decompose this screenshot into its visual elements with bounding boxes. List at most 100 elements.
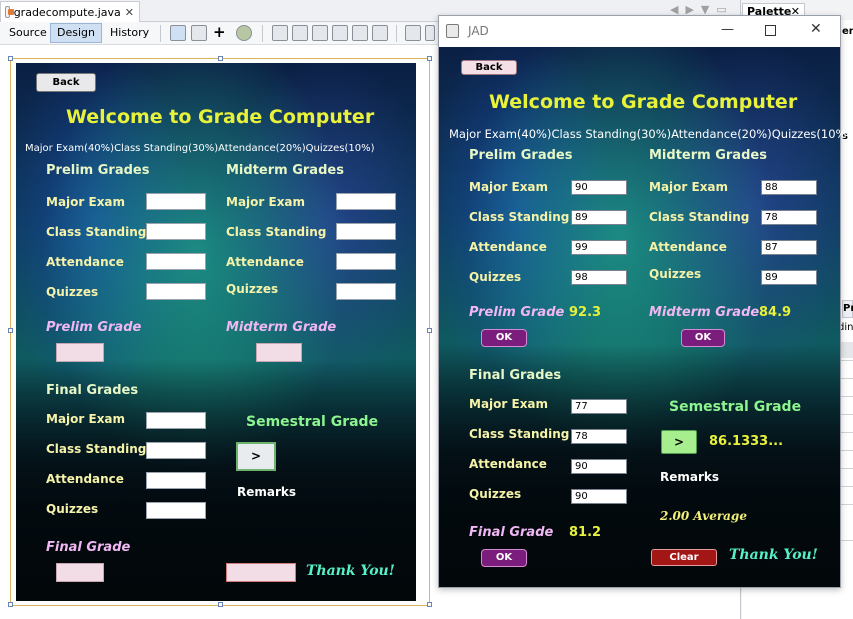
file-tab[interactable]: gradecompute.java ✕ bbox=[0, 1, 140, 22]
jad-final-quizzes-label: Quizzes bbox=[469, 487, 522, 501]
change-vertical-resizability-icon[interactable] bbox=[425, 25, 435, 41]
designer-midterm-attendance-field[interactable] bbox=[336, 253, 396, 270]
designer-final-major-field[interactable] bbox=[146, 412, 206, 429]
designer-compute-button[interactable]: > bbox=[236, 442, 276, 471]
designer-title: Welcome to Grade Computer bbox=[66, 106, 375, 128]
minimize-icon[interactable]: — bbox=[721, 22, 734, 37]
jad-midterm-attendance-label: Attendance bbox=[649, 240, 727, 254]
align-top-icon[interactable] bbox=[332, 25, 348, 41]
designer-midterm-ok-button[interactable] bbox=[256, 343, 302, 362]
jad-prelim-ok-button[interactable]: OK bbox=[481, 329, 527, 347]
designer-midterm-grade-label: Midterm Grade bbox=[226, 320, 337, 335]
jad-final-grade-value: 81.2 bbox=[569, 525, 602, 540]
designer-remarks-label: Remarks bbox=[237, 485, 297, 499]
jad-final-class-label: Class Standing bbox=[469, 427, 570, 441]
jad-prelim-attendance-field[interactable]: 99 bbox=[571, 240, 627, 255]
designer-midterm-quizzes-label: Quizzes bbox=[226, 282, 279, 296]
designer-midterm-class-field[interactable] bbox=[336, 223, 396, 240]
resize-handle[interactable] bbox=[8, 602, 13, 607]
maximize-icon[interactable] bbox=[765, 25, 776, 36]
designer-back-button[interactable]: Back bbox=[36, 73, 96, 92]
jad-final-quizzes-field[interactable]: 90 bbox=[571, 489, 627, 504]
jad-prelim-quizzes-field[interactable]: 98 bbox=[571, 270, 627, 285]
jad-back-button[interactable]: Back bbox=[461, 60, 517, 75]
connection-mode-icon[interactable] bbox=[191, 25, 207, 41]
jad-final-major-field[interactable]: 77 bbox=[571, 399, 627, 414]
designer-final-major-label: Major Exam bbox=[46, 412, 126, 426]
jad-window-title: JAD bbox=[468, 24, 489, 38]
designer-midterm-class-label: Class Standing bbox=[226, 225, 327, 239]
toolbar-separator bbox=[262, 25, 263, 42]
resize-handle[interactable] bbox=[427, 56, 432, 61]
jad-title-bar[interactable]: JAD — ✕ bbox=[439, 16, 840, 47]
designer-final-quizzes-field[interactable] bbox=[146, 502, 206, 519]
designer-prelim-attendance-field[interactable] bbox=[146, 253, 206, 270]
center-horizontal-icon[interactable] bbox=[312, 25, 328, 41]
jad-final-grade-label: Final Grade bbox=[469, 525, 554, 540]
jad-midterm-major-field[interactable]: 88 bbox=[761, 180, 817, 195]
designer-final-attendance-label: Attendance bbox=[46, 472, 124, 486]
jad-compute-button[interactable]: > bbox=[661, 430, 697, 454]
history-button[interactable]: History bbox=[103, 23, 156, 43]
designer-prelim-quizzes-label: Quizzes bbox=[46, 285, 99, 299]
resize-handle[interactable] bbox=[427, 328, 432, 333]
jad-prelim-major-label: Major Exam bbox=[469, 180, 549, 194]
designer-midterm-attendance-label: Attendance bbox=[226, 255, 304, 269]
designer-final-class-field[interactable] bbox=[146, 442, 206, 459]
add-icon[interactable]: + bbox=[213, 23, 226, 41]
designer-final-attendance-field[interactable] bbox=[146, 472, 206, 489]
align-left-icon[interactable] bbox=[272, 25, 288, 41]
jad-prelim-heading: Prelim Grades bbox=[469, 148, 573, 163]
resize-handle[interactable] bbox=[218, 56, 223, 61]
jad-final-heading: Final Grades bbox=[469, 368, 562, 383]
partial-properties-tab[interactable]: Pr bbox=[842, 300, 853, 318]
jad-final-ok-button[interactable]: OK bbox=[481, 549, 527, 567]
resize-handle[interactable] bbox=[427, 602, 432, 607]
designer-final-ok-button[interactable] bbox=[56, 563, 104, 582]
preview-icon[interactable] bbox=[236, 25, 252, 41]
designer-prelim-attendance-label: Attendance bbox=[46, 255, 124, 269]
align-bottom-icon[interactable] bbox=[352, 25, 368, 41]
jad-prelim-quizzes-label: Quizzes bbox=[469, 270, 522, 284]
resize-handle[interactable] bbox=[218, 602, 223, 607]
designer-final-class-label: Class Standing bbox=[46, 442, 147, 456]
designer-prelim-major-field[interactable] bbox=[146, 193, 206, 210]
center-vertical-icon[interactable] bbox=[372, 25, 388, 41]
resize-handle[interactable] bbox=[8, 328, 13, 333]
designer-prelim-grade-label: Prelim Grade bbox=[46, 320, 142, 335]
jad-midterm-ok-button[interactable]: OK bbox=[681, 329, 725, 347]
selection-mode-icon[interactable] bbox=[170, 25, 186, 41]
jad-semestral-label: Semestral Grade bbox=[669, 399, 802, 415]
jad-title: Welcome to Grade Computer bbox=[489, 91, 798, 113]
designer-midterm-major-field[interactable] bbox=[336, 193, 396, 210]
jad-midterm-attendance-field[interactable]: 87 bbox=[761, 240, 817, 255]
designer-prelim-class-label: Class Standing bbox=[46, 225, 147, 239]
designer-final-quizzes-label: Quizzes bbox=[46, 502, 99, 516]
change-horizontal-resizability-icon[interactable] bbox=[405, 25, 421, 41]
jad-clear-button[interactable]: Clear bbox=[651, 549, 717, 566]
jad-semestral-value: 86.1333... bbox=[709, 434, 784, 449]
designer-prelim-quizzes-field[interactable] bbox=[146, 283, 206, 300]
jad-prelim-grade-label: Prelim Grade bbox=[469, 305, 565, 320]
close-tab-icon[interactable]: ✕ bbox=[125, 6, 134, 19]
jad-midterm-class-field[interactable]: 78 bbox=[761, 210, 817, 225]
resize-handle[interactable] bbox=[8, 56, 13, 61]
jad-prelim-major-field[interactable]: 90 bbox=[571, 180, 627, 195]
designer-prelim-class-field[interactable] bbox=[146, 223, 206, 240]
jad-thank-you: Thank You! bbox=[729, 547, 818, 563]
jad-midterm-grade-label: Midterm Grade bbox=[649, 305, 760, 320]
designer-midterm-quizzes-field[interactable] bbox=[336, 283, 396, 300]
designer-prelim-ok-button[interactable] bbox=[56, 343, 104, 362]
source-button[interactable]: Source bbox=[2, 23, 54, 43]
jad-final-class-field[interactable]: 78 bbox=[571, 429, 627, 444]
jad-prelim-attendance-label: Attendance bbox=[469, 240, 547, 254]
align-right-icon[interactable] bbox=[292, 25, 308, 41]
designer-weights: Major Exam(40%)Class Standing(30%)Attend… bbox=[25, 143, 375, 154]
jad-prelim-class-field[interactable]: 89 bbox=[571, 210, 627, 225]
design-button[interactable]: Design bbox=[50, 23, 102, 43]
designer-clear-button[interactable] bbox=[226, 563, 296, 582]
jad-midterm-quizzes-field[interactable]: 89 bbox=[761, 270, 817, 285]
designer-semestral-label: Semestral Grade bbox=[246, 414, 379, 430]
window-close-icon[interactable]: ✕ bbox=[810, 21, 822, 37]
jad-final-attendance-field[interactable]: 90 bbox=[571, 459, 627, 474]
